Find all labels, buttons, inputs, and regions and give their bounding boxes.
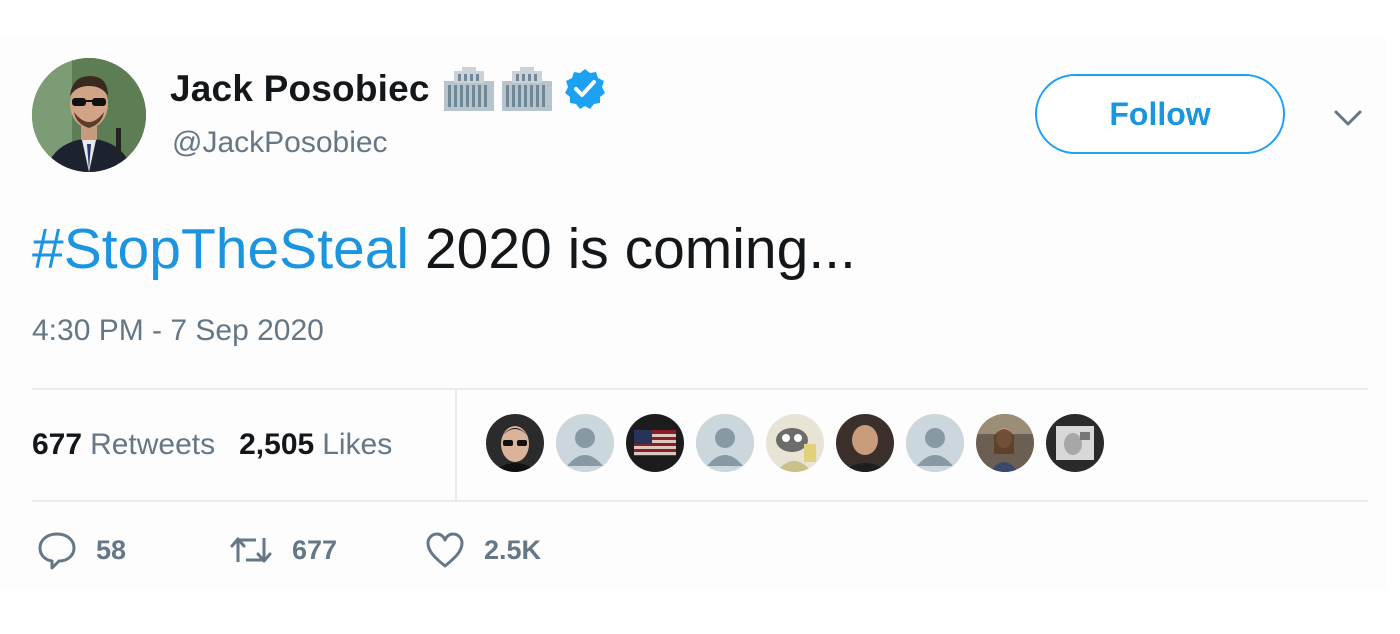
reply-button[interactable]: 58 [36,530,228,570]
default-profile-icon[interactable] [556,414,614,472]
like-count: 2.5K [484,534,542,565]
retweets-label: Retweets [90,428,216,461]
likes-stat[interactable]: 2,505 Likes [239,428,392,462]
hashtag-link[interactable]: #StopTheSteal [32,217,409,281]
stats-separator [455,390,457,500]
heart-icon [424,531,466,569]
tweet-card: Jack Posobiec @JackPosobiec Follow #Stop… [0,38,1386,590]
likers-list [486,414,1116,472]
hotel-building-icon [500,67,554,111]
retweets-stat[interactable]: 677 Retweets [32,428,215,462]
author-handle[interactable]: @JackPosobiec [172,126,388,160]
liker-avatar-cartoon[interactable] [766,414,824,472]
retweets-count: 677 [32,428,83,461]
liker-avatar-photo[interactable] [1046,414,1104,472]
retweet-button[interactable]: 677 [228,532,424,568]
likes-label: Likes [322,428,393,461]
author-name-row: Jack Posobiec [170,66,606,112]
action-bar: 58 677 2.5K [36,530,541,570]
divider [32,500,1368,502]
follow-button[interactable]: Follow [1035,74,1285,154]
liker-avatar-sunglasses[interactable] [486,414,544,472]
hotel-building-icon [442,67,496,111]
reply-icon [36,530,78,570]
retweet-icon [228,532,274,568]
likes-count: 2,505 [239,428,315,461]
tweet-timestamp[interactable]: 4:30 PM - 7 Sep 2020 [32,314,324,348]
verified-badge-icon [564,68,606,110]
liker-avatar-woman[interactable] [976,414,1034,472]
chevron-down-icon[interactable] [1330,106,1366,130]
retweet-count: 677 [292,534,338,565]
author-avatar[interactable] [32,58,146,172]
liker-avatar-man[interactable] [836,414,894,472]
like-button[interactable]: 2.5K [424,531,541,569]
engagement-stats: 677 Retweets 2,505 Likes [32,390,392,500]
default-profile-icon[interactable] [696,414,754,472]
default-profile-icon[interactable] [906,414,964,472]
author-name[interactable]: Jack Posobiec [170,68,430,110]
tweet-text: #StopTheSteal 2020 is coming... [32,214,856,284]
reply-count: 58 [96,534,127,565]
liker-avatar-flag[interactable] [626,414,684,472]
tweet-body: 2020 is coming... [409,217,856,281]
